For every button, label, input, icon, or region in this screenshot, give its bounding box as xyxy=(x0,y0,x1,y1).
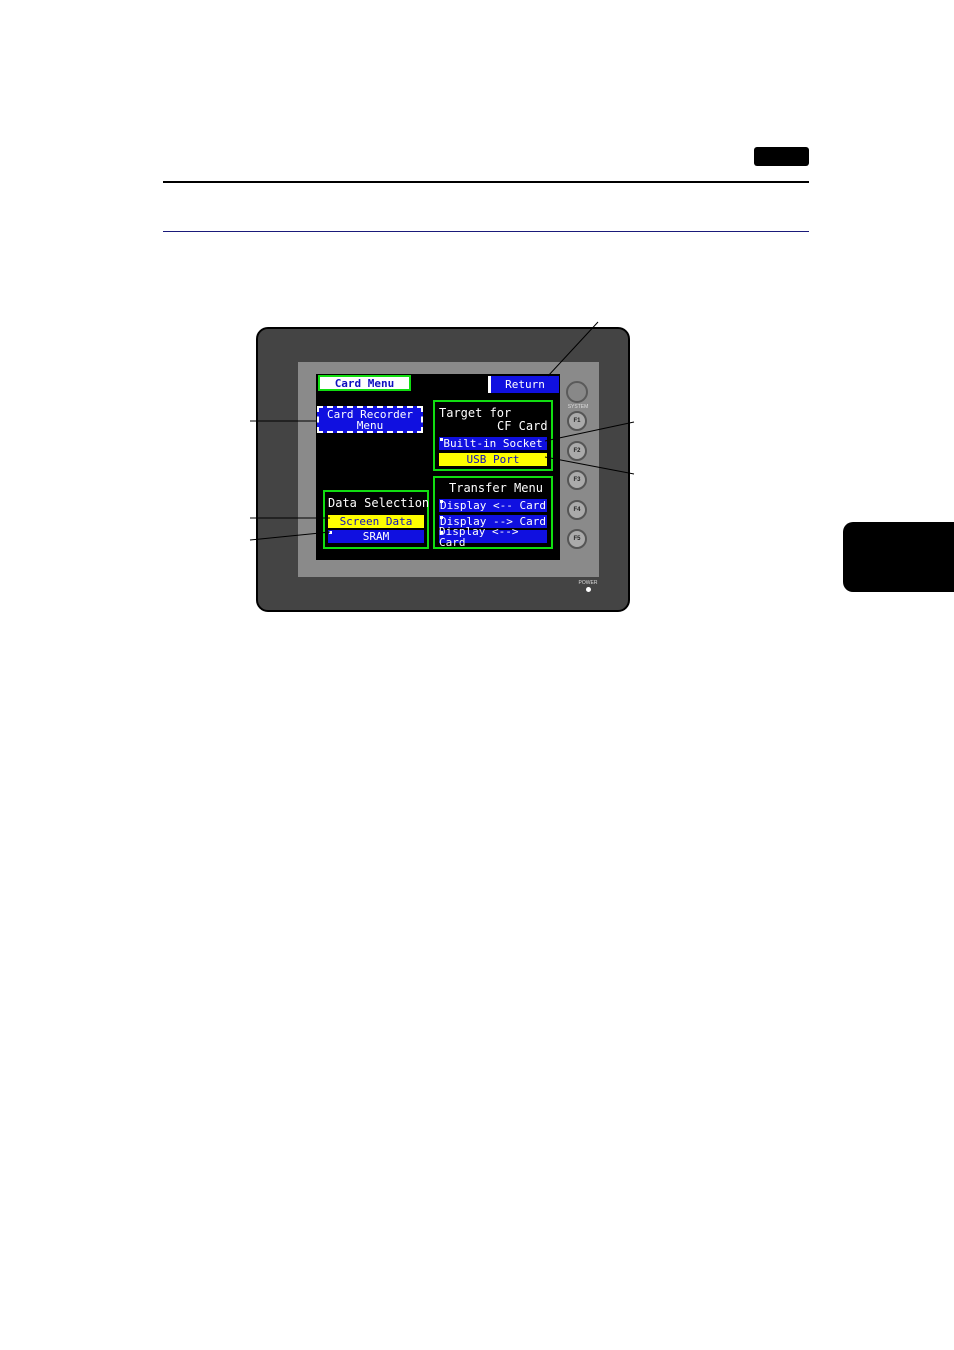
leader-built-in-socket xyxy=(544,421,635,442)
leader-sram xyxy=(249,531,331,541)
leader-lines xyxy=(249,321,635,541)
leader-return xyxy=(547,321,599,377)
leader-usb-port xyxy=(544,456,635,475)
